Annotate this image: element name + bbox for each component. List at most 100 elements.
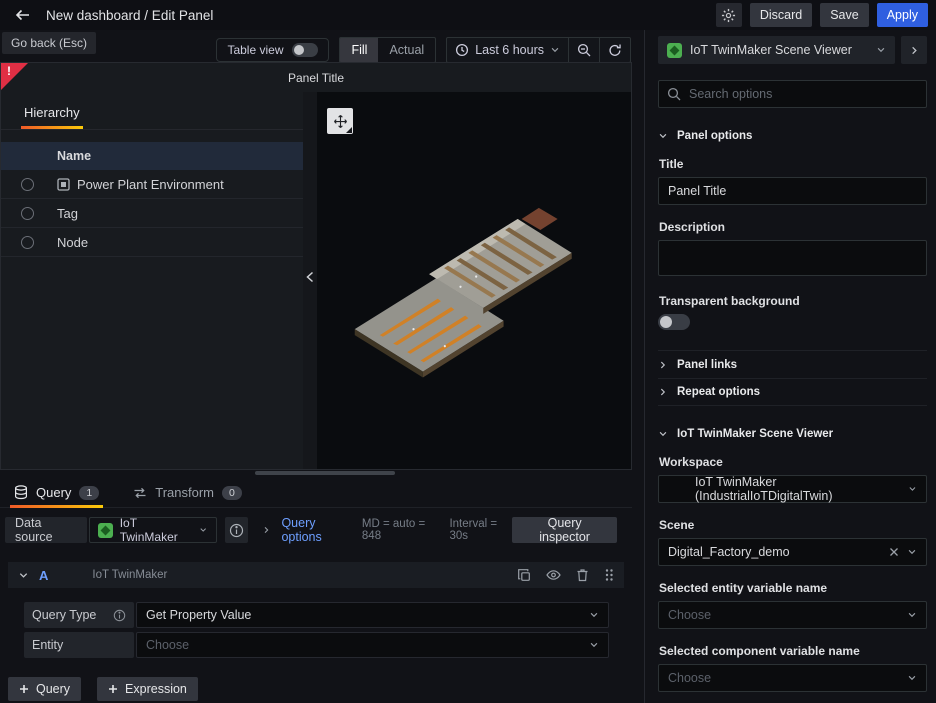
workspace-label: Workspace: [659, 455, 723, 469]
clock-icon: [456, 43, 469, 57]
add-expression-label: Expression: [125, 682, 187, 696]
table-row[interactable]: Node: [1, 228, 303, 257]
entity-select[interactable]: Choose: [136, 632, 609, 658]
tab-hierarchy[interactable]: Hierarchy: [21, 92, 83, 129]
time-controls: Last 6 hours: [446, 37, 631, 63]
info-circle-icon: [229, 523, 244, 537]
hierarchy-tabs: Hierarchy: [1, 92, 303, 130]
chevron-down-icon: [909, 487, 916, 491]
twinmaker-icon: [667, 42, 682, 58]
workspace-select[interactable]: IoT TwinMaker (IndustrialIoTDigitalTwin): [658, 475, 927, 503]
query-options-toggle[interactable]: Query options MD = auto = 848 Interval =…: [262, 516, 512, 544]
add-query-button[interactable]: Query: [8, 677, 82, 701]
settings-button[interactable]: [715, 3, 742, 27]
row-radio[interactable]: [21, 206, 34, 220]
row-radio[interactable]: [21, 177, 34, 191]
table-row[interactable]: Tag: [1, 199, 303, 228]
drag-handle-icon[interactable]: [604, 568, 614, 582]
database-icon: [14, 485, 28, 500]
search-options-input[interactable]: [658, 80, 927, 108]
chevron-right-icon: [660, 361, 666, 368]
discard-button[interactable]: Discard: [749, 3, 813, 27]
apply-button[interactable]: Apply: [876, 3, 928, 27]
query-tab-label: Query: [36, 485, 72, 500]
entity-variable-select[interactable]: Choose: [658, 601, 927, 629]
component-variable-label: Selected component variable name: [659, 644, 860, 658]
time-range-picker[interactable]: Last 6 hours: [446, 37, 569, 63]
info-circle-icon[interactable]: [113, 609, 126, 622]
column-header-name: Name: [57, 149, 92, 163]
transparent-bg-toggle[interactable]: [658, 314, 690, 330]
actual-mode-button[interactable]: Actual: [378, 38, 435, 62]
query-options-label[interactable]: Query options: [281, 516, 351, 544]
table-row[interactable]: Power Plant Environment: [1, 170, 303, 199]
tab-query[interactable]: Query 1: [10, 478, 104, 508]
refresh-button[interactable]: [599, 37, 631, 63]
add-expression-button[interactable]: Expression: [97, 677, 198, 701]
panel-body: Hierarchy Name Power Plant Environment T…: [1, 92, 631, 469]
scene-select[interactable]: Digital_Factory_demo: [658, 538, 927, 566]
chevron-left-icon[interactable]: [304, 270, 316, 284]
query-row-datasource: IoT TwinMaker: [92, 569, 168, 581]
go-back-button[interactable]: Go back (Esc): [2, 32, 97, 54]
edit-area: Go back (Esc) Table view Fill Actual Las…: [0, 30, 644, 703]
duplicate-icon[interactable]: [517, 568, 531, 582]
horizontal-scrollbar[interactable]: [255, 471, 395, 475]
component-variable-select[interactable]: Choose: [658, 664, 927, 692]
datasource-help-button[interactable]: [224, 517, 249, 543]
query-type-label-chip: Query Type: [24, 602, 134, 628]
panel-type-picker[interactable]: IoT TwinMaker Scene Viewer: [658, 36, 895, 64]
eye-icon[interactable]: [546, 568, 561, 582]
datasource-picker[interactable]: IoT TwinMaker: [88, 516, 217, 544]
clear-icon[interactable]: [889, 547, 899, 557]
chevron-right-icon: [911, 46, 917, 54]
pan-tool-button[interactable]: [327, 108, 353, 134]
active-tab-underline: [10, 505, 104, 508]
panel-error-corner[interactable]: [1, 63, 28, 90]
table-view-toggle[interactable]: [292, 43, 319, 57]
fill-mode-button[interactable]: Fill: [340, 38, 379, 62]
display-mode-group: Fill Actual: [339, 37, 437, 63]
chevron-down-icon[interactable]: [18, 570, 29, 581]
panel-title-input[interactable]: [658, 177, 927, 205]
refresh-icon: [609, 44, 621, 56]
collapse-options-button[interactable]: [901, 36, 927, 64]
back-button[interactable]: [12, 4, 34, 26]
query-row-header[interactable]: A IoT TwinMaker: [8, 562, 624, 588]
entity-variable-label: Selected entity variable name: [659, 581, 828, 595]
repeat-options-section[interactable]: Repeat options: [658, 378, 927, 406]
description-textarea[interactable]: [658, 240, 927, 276]
row-label: Power Plant Environment: [77, 176, 224, 192]
query-type-select[interactable]: Get Property Value: [136, 602, 609, 628]
entity-label-chip: Entity: [24, 632, 134, 658]
panel-links-label: Panel links: [677, 358, 738, 371]
chevron-down-icon: [551, 47, 559, 53]
panel-links-section[interactable]: Panel links: [658, 350, 927, 378]
chevron-right-icon: [265, 526, 269, 534]
scene-viewer-canvas[interactable]: [317, 92, 631, 469]
pane-splitter[interactable]: [303, 92, 317, 469]
panel-options-section-header[interactable]: Panel options: [658, 130, 927, 142]
arrow-left-icon: [15, 9, 29, 21]
transparent-bg-label: Transparent background: [659, 294, 800, 308]
chevron-down-icon: [200, 528, 207, 532]
options-search: [658, 80, 927, 108]
query-inspector-button[interactable]: Query inspector: [512, 516, 618, 544]
row-radio[interactable]: [21, 235, 34, 249]
save-button[interactable]: Save: [820, 3, 869, 27]
max-data-points: MD = auto = 848: [361, 518, 426, 542]
panel-title[interactable]: Panel Title: [1, 63, 631, 92]
add-query-label: Query: [36, 682, 71, 696]
factory-3d-model[interactable]: [343, 202, 578, 397]
tool-menu-corner: [346, 127, 352, 133]
panel-type-value: IoT TwinMaker Scene Viewer: [690, 43, 852, 57]
table-view-control: Table view: [216, 38, 330, 62]
scene-viewer-section-header[interactable]: IoT TwinMaker Scene Viewer: [658, 428, 927, 440]
description-label: Description: [659, 220, 726, 234]
gear-icon: [722, 8, 736, 22]
zoom-out-button[interactable]: [568, 37, 600, 63]
query-row-actions: [517, 568, 614, 582]
tab-transform[interactable]: Transform 0: [129, 478, 246, 507]
select-placeholder: Choose: [668, 671, 712, 685]
trash-icon[interactable]: [576, 568, 589, 582]
